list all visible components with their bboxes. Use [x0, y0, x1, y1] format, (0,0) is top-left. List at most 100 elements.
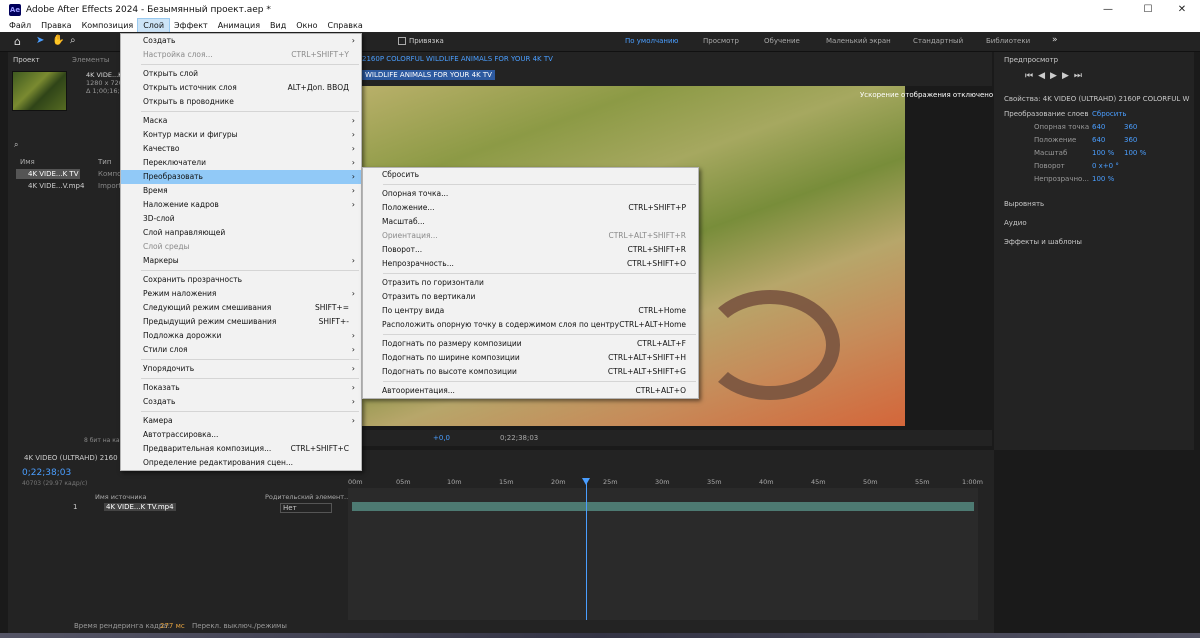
layer-menu-item[interactable]: Наложение кадров › [121, 198, 361, 212]
workspace-default[interactable]: По умолчанию [625, 37, 678, 45]
zoom-tool-icon[interactable]: ⌕ [70, 35, 76, 46]
prop-opacity-value[interactable]: 100 % [1092, 175, 1114, 183]
prop-position-y[interactable]: 360 [1124, 136, 1137, 144]
transform-menu-item[interactable]: Непрозрачность... CTRL+SHIFT+O [363, 257, 698, 271]
layer-name[interactable]: 4K VIDE...K TV.mp4 [104, 503, 176, 511]
col-source-name[interactable]: Имя источника [95, 493, 147, 501]
workspace-small-screen[interactable]: Маленький экран [826, 37, 891, 45]
composition-subtab[interactable]: WILDLIFE ANIMALS FOR YOUR 4K TV [362, 70, 495, 80]
layer-menu-item[interactable]: Маркеры › [121, 254, 361, 268]
prop-position-x[interactable]: 640 [1092, 136, 1105, 144]
menu-animation[interactable]: Анимация [213, 19, 265, 32]
playback-controls-icon[interactable]: ⏮◀▶▶⏭ [1025, 71, 1087, 81]
menu-edit[interactable]: Правка [36, 19, 76, 32]
snap-checkbox[interactable] [398, 37, 406, 45]
layer-menu-item[interactable]: Показать › [121, 381, 361, 395]
prop-anchor-x[interactable]: 640 [1092, 123, 1105, 131]
layer-menu-item[interactable]: Следующий режим смешивания SHIFT+= [121, 301, 361, 315]
layer-menu-item[interactable]: Подложка дорожки › [121, 329, 361, 343]
transform-menu-item[interactable]: Расположить опорную точку в содержимом с… [363, 318, 698, 332]
workspace-libraries[interactable]: Библиотеки [986, 37, 1030, 45]
transform-menu-item[interactable]: Отразить по вертикали [363, 290, 698, 304]
layer-menu-item[interactable]: Открыть источник слоя ALT+Доп. ВВОД [121, 81, 361, 95]
layer-menu-item[interactable]: Переключатели › [121, 156, 361, 170]
transform-menu-item[interactable]: Подогнать по высоте композиции CTRL+ALT+S… [363, 365, 698, 379]
prop-anchor-y[interactable]: 360 [1124, 123, 1137, 131]
home-icon[interactable]: ⌂ [14, 35, 21, 48]
layer-menu-item[interactable]: 3D-слой [121, 212, 361, 226]
layer-menu-item[interactable]: Открыть слой [121, 67, 361, 81]
transform-menu-item[interactable]: Опорная точка... [363, 187, 698, 201]
transform-menu-item[interactable]: Подогнать по размеру композиции CTRL+ALT+… [363, 337, 698, 351]
layer-menu-item[interactable]: Создать › [121, 395, 361, 409]
layer-menu-item[interactable]: Предыдущий режим смешивания SHIFT+- [121, 315, 361, 329]
project-search-icon[interactable]: ⌕ [14, 140, 18, 150]
col-parent[interactable]: Родительский элемент... [265, 493, 350, 501]
playhead-handle[interactable] [582, 478, 590, 485]
timeline-track-area[interactable] [348, 475, 978, 620]
transform-section[interactable]: Преобразование слоев [1004, 110, 1088, 118]
menu-composition[interactable]: Композиция [77, 19, 139, 32]
transform-menu-item[interactable]: Подогнать по ширине композиции CTRL+ALT+S… [363, 351, 698, 365]
layer-menu-item[interactable]: Сохранить прозрачность [121, 273, 361, 287]
more-workspaces-button[interactable]: » [1052, 35, 1058, 45]
col-type[interactable]: Тип [98, 158, 111, 166]
menu-help[interactable]: Справка [322, 19, 367, 32]
menu-window[interactable]: Окно [291, 19, 322, 32]
layer-menu-item[interactable]: Слой направляющей [121, 226, 361, 240]
playhead-line[interactable] [586, 478, 587, 620]
layer-menu-item[interactable]: Время › [121, 184, 361, 198]
maximize-button[interactable]: ☐ [1130, 0, 1166, 19]
transform-menu-item[interactable]: Масштаб... [363, 215, 698, 229]
menu-layer[interactable]: Слой [137, 18, 171, 33]
parent-dropdown[interactable]: Нет [280, 503, 332, 513]
menu-effect[interactable]: Эффект [169, 19, 213, 32]
section-audio[interactable]: Аудио [1004, 219, 1027, 227]
hand-tool-icon[interactable]: ✋ [52, 35, 64, 46]
layer-menu-item[interactable]: Открыть в проводнике [121, 95, 361, 109]
layer-menu-item[interactable]: Контур маски и фигуры › [121, 128, 361, 142]
tab-project[interactable]: Проект [13, 56, 40, 64]
layer-menu-item[interactable]: Преобразовать › [121, 170, 361, 184]
layer-menu-item[interactable]: Определение редактирования сцен... [121, 456, 361, 470]
layer-menu-item[interactable]: Автотрассировка... [121, 428, 361, 442]
layer-menu-item[interactable]: Создать › [121, 34, 361, 48]
menu-file[interactable]: Файл [4, 19, 36, 32]
prop-rotation-value[interactable]: 0 x+0 ° [1092, 162, 1119, 170]
close-button[interactable]: ✕ [1164, 0, 1200, 19]
menu-view[interactable]: Вид [265, 19, 291, 32]
tab-elements[interactable]: Элементы [72, 56, 109, 64]
layer-menu-item[interactable]: Качество › [121, 142, 361, 156]
composition-tab[interactable]: 2160P COLORFUL WILDLIFE ANIMALS FOR YOUR… [362, 55, 553, 63]
transform-menu-item[interactable]: Поворот... CTRL+SHIFT+R [363, 243, 698, 257]
transform-menu-item[interactable]: По центру вида CTRL+Home [363, 304, 698, 318]
layer-menu-item[interactable]: Маска › [121, 114, 361, 128]
transform-reset-link[interactable]: Сбросить [1092, 110, 1127, 118]
layer-menu-item[interactable]: Предварительная композиция... CTRL+SHIFT+… [121, 442, 361, 456]
list-item-name[interactable]: 4K VIDE...V.mp4 [28, 182, 84, 190]
workspace-learn[interactable]: Обучение [764, 37, 800, 45]
prop-scale-x[interactable]: 100 % [1092, 149, 1114, 157]
col-name[interactable]: Имя [20, 158, 35, 166]
layer-menu-item[interactable]: Упорядочить › [121, 362, 361, 376]
toggle-modes-button[interactable]: Перекл. выключ./режимы [192, 622, 287, 630]
viewer-timecode[interactable]: 0;22;38;03 [500, 434, 538, 442]
minimize-button[interactable]: — [1090, 0, 1126, 19]
transform-menu-item[interactable]: Положение... CTRL+SHIFT+P [363, 201, 698, 215]
transform-menu-item[interactable]: Сбросить [363, 168, 698, 182]
section-effects-presets[interactable]: Эффекты и шаблоны [1004, 238, 1082, 246]
exposure-value[interactable]: +0,0 [433, 434, 450, 442]
selection-tool-icon[interactable]: ➤ [36, 35, 44, 46]
timeline-timecode[interactable]: 0;22;38;03 [22, 468, 71, 478]
timeline-comp-tab[interactable]: 4K VIDEO (ULTRAHD) 2160 [24, 454, 118, 462]
layer-menu-item[interactable]: Камера › [121, 414, 361, 428]
workspace-standard[interactable]: Стандартный [913, 37, 963, 45]
transform-menu-item[interactable]: Автоориентация... CTRL+ALT+O [363, 384, 698, 398]
layer-duration-bar[interactable] [352, 502, 974, 511]
section-align[interactable]: Выровнять [1004, 200, 1044, 208]
layer-menu-item[interactable]: Режим наложения › [121, 287, 361, 301]
layer-menu-item[interactable]: Стили слоя › [121, 343, 361, 357]
workspace-review[interactable]: Просмотр [703, 37, 739, 45]
prop-scale-y[interactable]: 100 % [1124, 149, 1146, 157]
transform-menu-item[interactable]: Отразить по горизонтали [363, 276, 698, 290]
